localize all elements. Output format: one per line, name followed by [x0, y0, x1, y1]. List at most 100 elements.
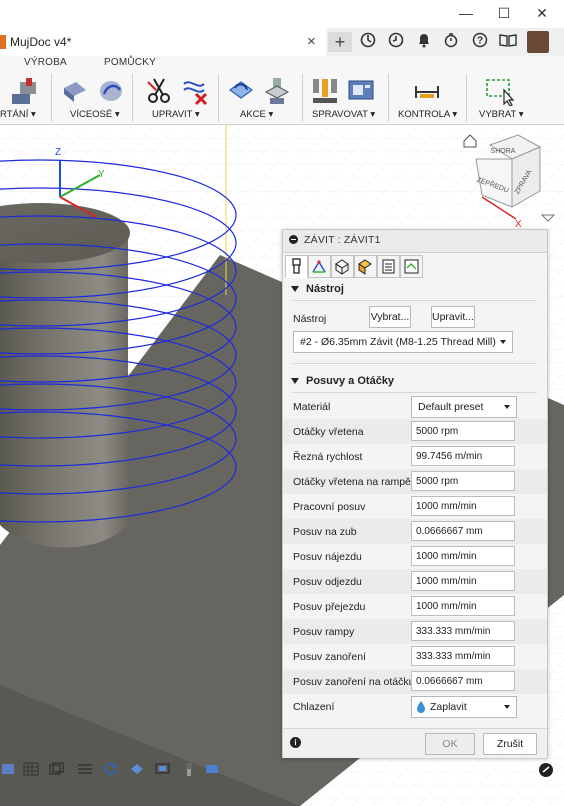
tab-passes[interactable]: [354, 255, 377, 278]
edit-tool-button[interactable]: Upravit...: [431, 306, 475, 328]
ribbon-group-modify[interactable]: UPRAVIT ▾: [152, 109, 200, 120]
undo-view-icon[interactable]: [204, 761, 222, 777]
plunge-feedrate-label: Posuv zanoření: [293, 651, 366, 663]
scissors-icon[interactable]: [144, 76, 174, 106]
tool-select-dropdown[interactable]: #2 - Ø6.35mm Závit (M8-1.25 Thread Mill): [293, 331, 513, 353]
extensions-icon[interactable]: [358, 32, 378, 52]
toolbar-ribbon: VÝROBA POMŮCKY RTÁNÍ ▾ VÍCEOSÉ ▾ UPRAVIT…: [0, 56, 564, 125]
coolant-dropdown[interactable]: Zaplavit: [411, 696, 517, 718]
ramp-feedrate-label: Posuv rampy: [293, 626, 355, 638]
comments-icon[interactable]: [538, 762, 554, 778]
delete-toolpath-icon[interactable]: [180, 76, 210, 106]
ok-button[interactable]: OK: [425, 733, 475, 755]
dialog-tabs: [283, 253, 547, 278]
tool-label: Nástroj: [293, 313, 327, 325]
notifications-bell-icon[interactable]: [414, 32, 434, 52]
job-status-icon[interactable]: [386, 32, 406, 52]
app-logo-icon: [0, 35, 6, 49]
layers-icon[interactable]: [76, 761, 94, 777]
generate-icon[interactable]: [226, 76, 256, 106]
z-axis-label: Z: [55, 147, 61, 158]
ribbon-group-manage[interactable]: SPRAVOVAT ▾: [312, 109, 375, 120]
collapse-triangle-icon: [291, 378, 299, 385]
section-divider: [293, 363, 537, 364]
ribbon-group-actions[interactable]: AKCE ▾: [240, 109, 273, 120]
ribbon-group-select[interactable]: VYBRAT ▾: [479, 109, 524, 120]
lead-in-feedrate-input[interactable]: 1000 mm/min: [411, 546, 515, 566]
cutting-speed-input[interactable]: 99.7456 m/min: [411, 446, 515, 466]
section-tool-title: Nástroj: [306, 283, 344, 295]
ribbon-separator: [218, 74, 219, 122]
document-tab[interactable]: MujDoc v4* ×: [0, 28, 326, 56]
stopwatch-icon[interactable]: [441, 32, 461, 52]
dialog-header[interactable]: ZÁVIT : ZÁVIT1: [283, 230, 547, 253]
ribbon-group-turning[interactable]: RTÁNÍ ▾: [0, 109, 36, 120]
feed-per-tooth-input[interactable]: 0.0666667 mm: [411, 521, 515, 541]
transition-feedrate-input[interactable]: 1000 mm/min: [411, 596, 515, 616]
cancel-button[interactable]: Zrušit: [483, 733, 537, 755]
select-tool-button[interactable]: Vybrat...: [369, 306, 411, 328]
environment-icon[interactable]: [154, 761, 172, 777]
tool-select-value: #2 - Ø6.35mm Závit (M8-1.25 Thread Mill): [300, 336, 496, 348]
tab-linking[interactable]: [377, 255, 400, 278]
help-icon[interactable]: ?: [470, 32, 490, 52]
user-avatar[interactable]: [527, 31, 549, 53]
tab-tool[interactable]: [285, 255, 308, 278]
ribbon-tab-pomucky[interactable]: POMŮCKY: [104, 57, 156, 68]
section-divider: [293, 300, 537, 301]
close-window-button[interactable]: ✕: [532, 4, 552, 22]
machine-library-icon[interactable]: [346, 76, 376, 106]
tab-geometry[interactable]: [308, 255, 331, 278]
plunge-per-rev-label: Posuv zanoření na otáčku: [293, 676, 415, 688]
ramp-feedrate-input[interactable]: 333.333 mm/min: [411, 621, 515, 641]
tab-heights[interactable]: [331, 255, 354, 278]
ribbon-group-multiaxis[interactable]: VÍCEOSÉ ▾: [70, 109, 120, 120]
y-axis-label: Y: [98, 169, 105, 180]
tab-post[interactable]: [400, 255, 423, 278]
svg-text:?: ?: [477, 36, 483, 47]
plunge-per-rev-input[interactable]: 0.0666667 mm: [411, 671, 515, 691]
ribbon-tab-vyroba[interactable]: VÝROBA: [24, 57, 67, 68]
section-divider: [293, 392, 537, 393]
ramp-spindle-speed-input[interactable]: 5000 rpm: [411, 471, 515, 491]
water-drop-icon: [417, 701, 425, 713]
learning-book-icon[interactable]: [498, 32, 518, 52]
tool-display-icon[interactable]: [180, 761, 198, 777]
refresh-icon[interactable]: [102, 761, 120, 777]
select-window-icon[interactable]: [484, 76, 515, 107]
close-tab-button[interactable]: ×: [307, 33, 316, 50]
spindle-speed-input[interactable]: 5000 rpm: [411, 421, 515, 441]
cutting-speed-label: Řezná rychlost: [293, 451, 363, 463]
lead-out-feedrate-input[interactable]: 1000 mm/min: [411, 571, 515, 591]
cutting-feedrate-input[interactable]: 1000 mm/min: [411, 496, 515, 516]
multiaxis-swarf-icon[interactable]: [96, 76, 126, 106]
grid-icon[interactable]: [22, 761, 40, 777]
info-icon[interactable]: i: [290, 737, 301, 748]
new-tab-button[interactable]: +: [328, 32, 352, 52]
section-feeds-heading[interactable]: Posuvy a Otáčky: [291, 375, 394, 387]
ribbon-group-inspect[interactable]: KONTROLA ▾: [398, 109, 457, 120]
spindle-speed-label: Otáčky vřetena: [293, 426, 364, 438]
ribbon-separator: [302, 74, 303, 122]
thread-dialog: ZÁVIT : ZÁVIT1 Nástroj Nástroj Vybrat...…: [282, 229, 548, 758]
tool-library-icon[interactable]: [310, 76, 340, 106]
turning-tool-icon[interactable]: [8, 76, 38, 106]
visual-style-icon[interactable]: [128, 761, 146, 777]
chevron-down-icon: [504, 705, 510, 709]
cutting-feedrate-label: Pracovní posuv: [293, 501, 366, 513]
section-tool-heading[interactable]: Nástroj: [291, 283, 344, 295]
minimize-button[interactable]: —: [456, 4, 476, 22]
lead-out-feedrate-label: Posuv odjezdu: [293, 576, 362, 588]
ribbon-separator: [132, 74, 133, 122]
simulate-icon[interactable]: [262, 76, 292, 106]
maximize-button[interactable]: ☐: [494, 4, 514, 22]
orbit-icon[interactable]: [0, 761, 18, 777]
material-label: Materiál: [293, 401, 331, 413]
plunge-feedrate-input[interactable]: 333.333 mm/min: [411, 646, 515, 666]
collapse-dialog-icon[interactable]: [289, 235, 298, 244]
display-settings-icon[interactable]: [48, 761, 66, 777]
multiaxis-icon[interactable]: [60, 76, 90, 106]
material-dropdown[interactable]: Default preset: [411, 396, 517, 418]
lead-in-feedrate-label: Posuv nájezdu: [293, 551, 362, 563]
measure-icon[interactable]: [412, 76, 442, 106]
